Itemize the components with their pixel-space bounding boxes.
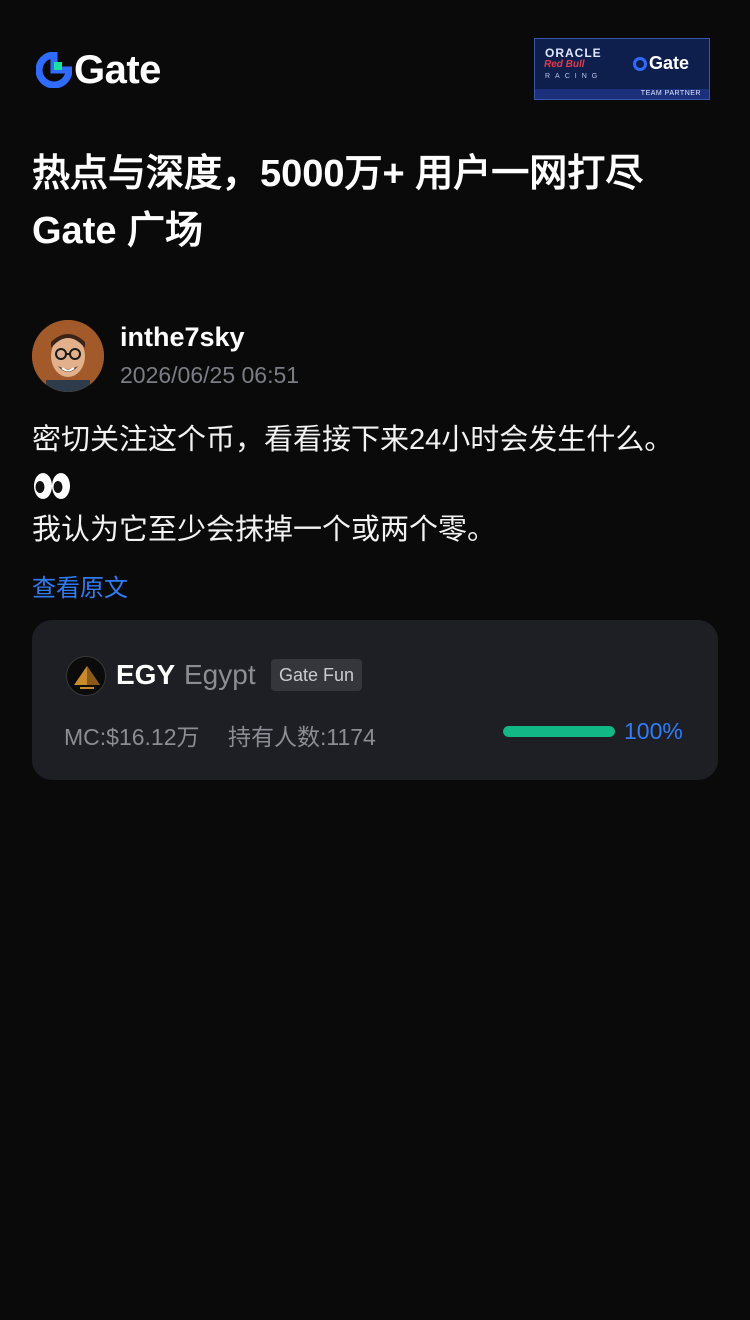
headline-line-1: 热点与深度，5000万+ 用户一网打尽: [32, 153, 644, 195]
gate-logo[interactable]: Gate: [36, 50, 161, 90]
page-headline: 热点与深度，5000万+ 用户一网打尽 Gate 广场: [32, 146, 718, 260]
token-name: Egypt: [184, 659, 256, 690]
token-tag-badge: Gate Fun: [271, 659, 363, 691]
partner-redbull-text: Red Bull: [544, 59, 585, 70]
partner-gate-text: Gate: [649, 53, 690, 73]
progress-percent: 100%: [624, 718, 683, 744]
post-line-3: 我认为它至少会抹掉一个或两个零。: [32, 514, 497, 546]
post-line-2: [32, 463, 718, 508]
post-content: 密切关注这个币，看看接下来24小时会发生什么。 我认为它至少会抹掉一个或两个零。: [32, 418, 718, 553]
avatar-portrait-icon: [32, 320, 104, 392]
progress-bar-fill: [503, 726, 615, 737]
headline-line-2: Gate 广场: [32, 210, 204, 252]
page: Gate ORACLE Red Bull RACING Gate TEAM PA…: [0, 0, 750, 1320]
partner-team-text: TEAM PARTNER: [640, 90, 701, 97]
post-timestamp: 2026/06/25 06:51: [120, 362, 300, 388]
header: Gate ORACLE Red Bull RACING Gate TEAM PA…: [32, 38, 718, 102]
partner-gate-logo: Gate: [633, 53, 689, 74]
partner-racing-text: RACING: [545, 73, 603, 80]
author-avatar[interactable]: [32, 320, 104, 392]
gate-logo-icon: [36, 52, 72, 88]
holders-count: 持有人数:1174: [228, 724, 376, 750]
eyes-emoji-icon: [34, 473, 70, 500]
market-cap: MC:$16.12万: [64, 724, 200, 750]
gate-mini-icon: [633, 56, 647, 71]
token-card[interactable]: EGY Egypt Gate Fun MC:$16.12万 持有人数:1174 …: [32, 620, 718, 780]
token-symbol: EGY: [116, 659, 176, 690]
egypt-pyramid-icon: [66, 656, 106, 696]
logo-text: Gate: [74, 48, 161, 92]
team-partner-badge: ORACLE Red Bull RACING Gate TEAM PARTNER: [534, 38, 710, 100]
partner-oracle-text: ORACLE: [545, 46, 602, 60]
author-name[interactable]: inthe7sky: [120, 322, 245, 353]
post-line-1: 密切关注这个币，看看接下来24小时会发生什么。: [32, 424, 674, 456]
progress-bar: [503, 726, 615, 737]
view-original-link[interactable]: 查看原文: [32, 568, 128, 603]
